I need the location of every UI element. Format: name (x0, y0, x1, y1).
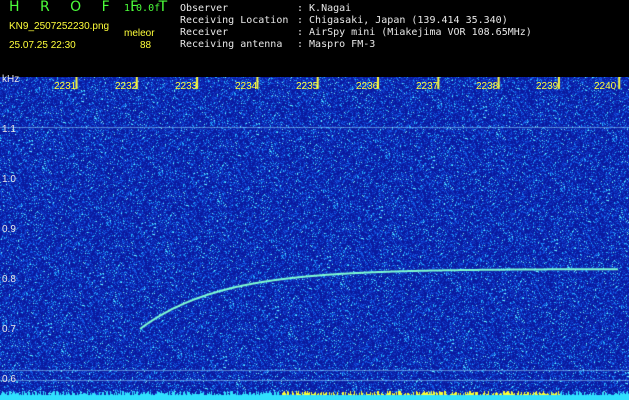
y-tick-label: 0.8 (2, 274, 16, 285)
datetime-label: 25.07.25 22:30 (9, 40, 76, 51)
mode-label: meleor (124, 28, 155, 39)
y-tick-label: 1.1 (2, 124, 16, 135)
x-tick-label: 2240 (594, 81, 617, 92)
x-tick-label: 2237 (416, 81, 439, 92)
x-tick-label: 2239 (536, 81, 559, 92)
antenna-label: Receiving antenna (180, 39, 283, 50)
x-tick-label: 2234 (235, 81, 258, 92)
version-label: 1.0.0f (124, 3, 161, 14)
observer-label: Observer (180, 3, 229, 14)
axis-unit-label: kHz (2, 74, 20, 85)
observer-value: : K.Nagai (297, 3, 352, 14)
y-tick-label: 1.0 (2, 174, 16, 185)
x-tick-label: 2232 (115, 81, 138, 92)
location-label: Receiving Location (180, 15, 289, 26)
y-tick-label: 0.6 (2, 374, 16, 385)
x-tick-label: 2233 (175, 81, 198, 92)
receiver-value: : AirSpy mini (Miakejima VOR 108.65MHz) (297, 27, 532, 38)
filename-label: KN9_2507252230.png (9, 21, 110, 32)
location-value: : Chigasaki, Japan (139.414 35.340) (297, 15, 508, 26)
x-tick-label: 2235 (296, 81, 319, 92)
x-tick-label: 2238 (476, 81, 499, 92)
x-tick-label: 2231 (54, 81, 77, 92)
count-label: 88 (140, 40, 152, 51)
receiver-label: Receiver (180, 27, 229, 38)
antenna-value: : Maspro FM-3 (297, 39, 376, 50)
y-tick-label: 0.9 (2, 224, 16, 235)
y-tick-label: 0.7 (2, 324, 16, 335)
header-panel: H R O F F T 1.0.0f KN9_2507252230.png me… (0, 0, 629, 77)
spectrogram-canvas (0, 77, 629, 400)
x-tick-label: 2236 (356, 81, 379, 92)
